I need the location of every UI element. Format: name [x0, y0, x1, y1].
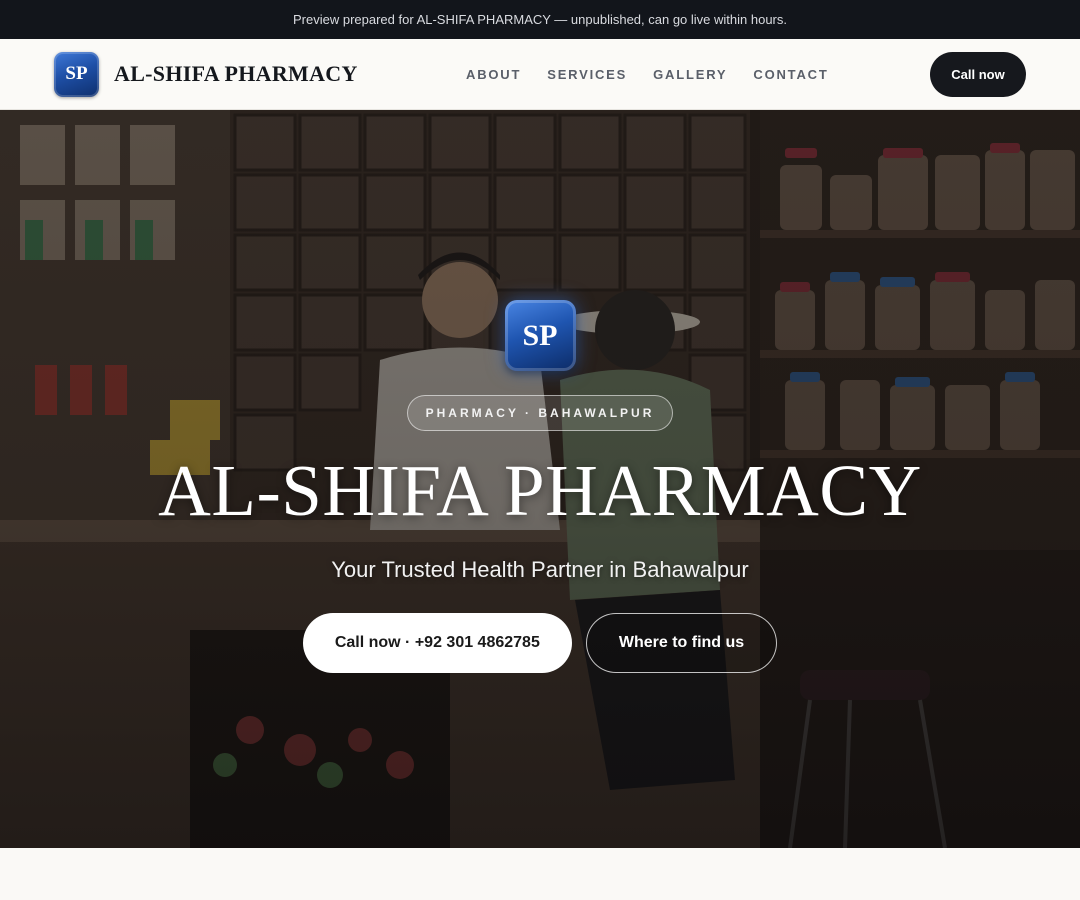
hero-logo: SP [504, 300, 576, 371]
preview-banner: Preview prepared for AL-SHIFA PHARMACY —… [0, 0, 1080, 39]
brand-logo-initials: SP [65, 63, 88, 84]
hero-content: SP PHARMACY · BAHAWALPUR AL-SHIFA PHARMA… [0, 110, 1080, 848]
header-call-button[interactable]: Call now [930, 52, 1026, 97]
nav-link-services[interactable]: SERVICES [547, 67, 627, 82]
brand[interactable]: SP AL-SHIFA PHARMACY [54, 51, 358, 97]
nav-link-gallery[interactable]: GALLERY [653, 67, 727, 82]
preview-banner-text: Preview prepared for AL-SHIFA PHARMACY —… [293, 12, 787, 27]
hero-section: SP PHARMACY · BAHAWALPUR AL-SHIFA PHARMA… [0, 110, 1080, 848]
nav-link-about[interactable]: ABOUT [466, 67, 521, 82]
main-nav: ABOUT SERVICES GALLERY CONTACT [466, 39, 855, 110]
site-header: SP AL-SHIFA PHARMACY ABOUT SERVICES GALL… [0, 39, 1080, 110]
hero-tagline-pill: PHARMACY · BAHAWALPUR [406, 395, 674, 431]
brand-name: AL-SHIFA PHARMACY [114, 61, 358, 86]
nav-link-contact[interactable]: CONTACT [753, 67, 828, 82]
brand-logo: SP [54, 51, 99, 97]
hero-logo-initials: SP [522, 318, 558, 352]
hero-subtitle: Your Trusted Health Partner in Bahawalpu… [331, 557, 749, 582]
call-now-button[interactable]: Call now · +92 301 4862785 [302, 613, 572, 673]
next-section [0, 848, 1080, 900]
hero-title: AL-SHIFA PHARMACY [158, 450, 922, 531]
hero-actions: Call now · +92 301 4862785 Where to find… [302, 613, 778, 673]
find-us-button[interactable]: Where to find us [585, 613, 778, 673]
